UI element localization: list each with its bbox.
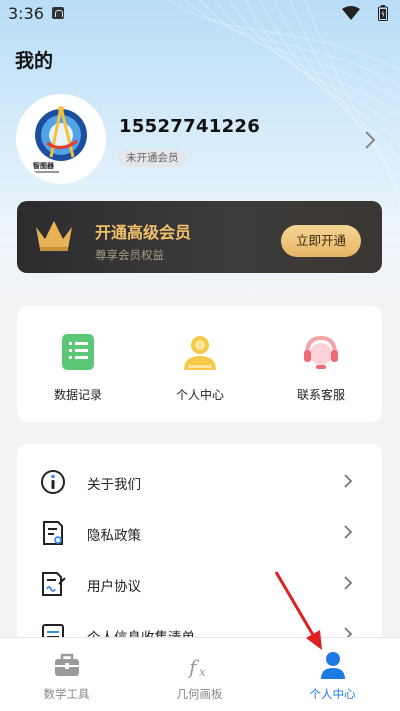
menu-item-privacy[interactable]: 隐私政策 <box>17 507 382 557</box>
membership-badge: 未开通会员 <box>119 149 186 167</box>
quick-item-label: 个人中心 <box>175 388 224 402</box>
quick-item-customer-service[interactable]: 联系客服 <box>260 306 382 422</box>
info-icon <box>41 470 65 494</box>
chevron-right-icon <box>344 474 353 488</box>
chevron-right-icon <box>344 576 353 590</box>
quick-item-label: 联系客服 <box>296 388 345 402</box>
user-phone: 15527741226 <box>119 116 261 137</box>
vip-title: 开通高级会员 <box>95 223 192 242</box>
annotation-arrow-icon <box>274 571 322 650</box>
notification-icon <box>52 7 64 19</box>
data-record-icon <box>62 334 94 370</box>
avatar[interactable]: 智图器 <box>19 97 103 181</box>
quick-item-personal-center[interactable]: 个人中心 <box>139 306 261 422</box>
battery-icon <box>378 5 388 21</box>
quick-item-label: 数据记录 <box>53 388 102 402</box>
chevron-right-icon[interactable] <box>364 130 376 150</box>
page-title: 我的 <box>15 50 54 72</box>
tab-math-tools[interactable]: 数学工具 <box>0 638 133 711</box>
toolbox-icon <box>55 653 79 676</box>
tab-label: 数学工具 <box>43 687 90 701</box>
bottom-nav: 数学工具 f x 几何画板 个人中心 <box>0 637 400 711</box>
status-time: 3:36 <box>8 4 44 23</box>
status-bar: 3:36 <box>0 0 400 28</box>
tab-geometry-board[interactable]: f x 几何画板 <box>133 638 266 711</box>
activate-vip-button[interactable]: 立即开通 <box>281 225 361 257</box>
menu-item-about[interactable]: 关于我们 <box>17 456 382 506</box>
quick-item-data-record[interactable]: 数据记录 <box>17 306 139 422</box>
privacy-document-icon <box>43 521 63 545</box>
wifi-icon <box>342 6 360 20</box>
agreement-document-icon <box>42 572 66 596</box>
menu-item-label: 隐私政策 <box>87 528 141 544</box>
app-logo-icon: 智图器 <box>33 106 87 173</box>
tab-label: 几何画板 <box>176 687 223 701</box>
quick-actions-card: 数据记录 个人中心 联系客服 <box>17 306 382 422</box>
vip-subtitle: 尊享会员权益 <box>95 248 164 262</box>
fx-icon: f x <box>187 655 206 679</box>
tab-label: 个人中心 <box>309 687 356 701</box>
chevron-right-icon <box>344 525 353 539</box>
personal-center-icon <box>184 336 216 370</box>
svg-text:x: x <box>199 665 206 679</box>
avatar-logo-text: 智图器 <box>33 161 55 170</box>
customer-service-icon <box>304 335 338 369</box>
menu-item-label: 用户协议 <box>87 579 141 595</box>
vip-card[interactable]: 开通高级会员 尊享会员权益 立即开通 <box>17 201 382 273</box>
menu-item-label: 关于我们 <box>87 477 141 493</box>
crown-icon <box>36 221 72 251</box>
